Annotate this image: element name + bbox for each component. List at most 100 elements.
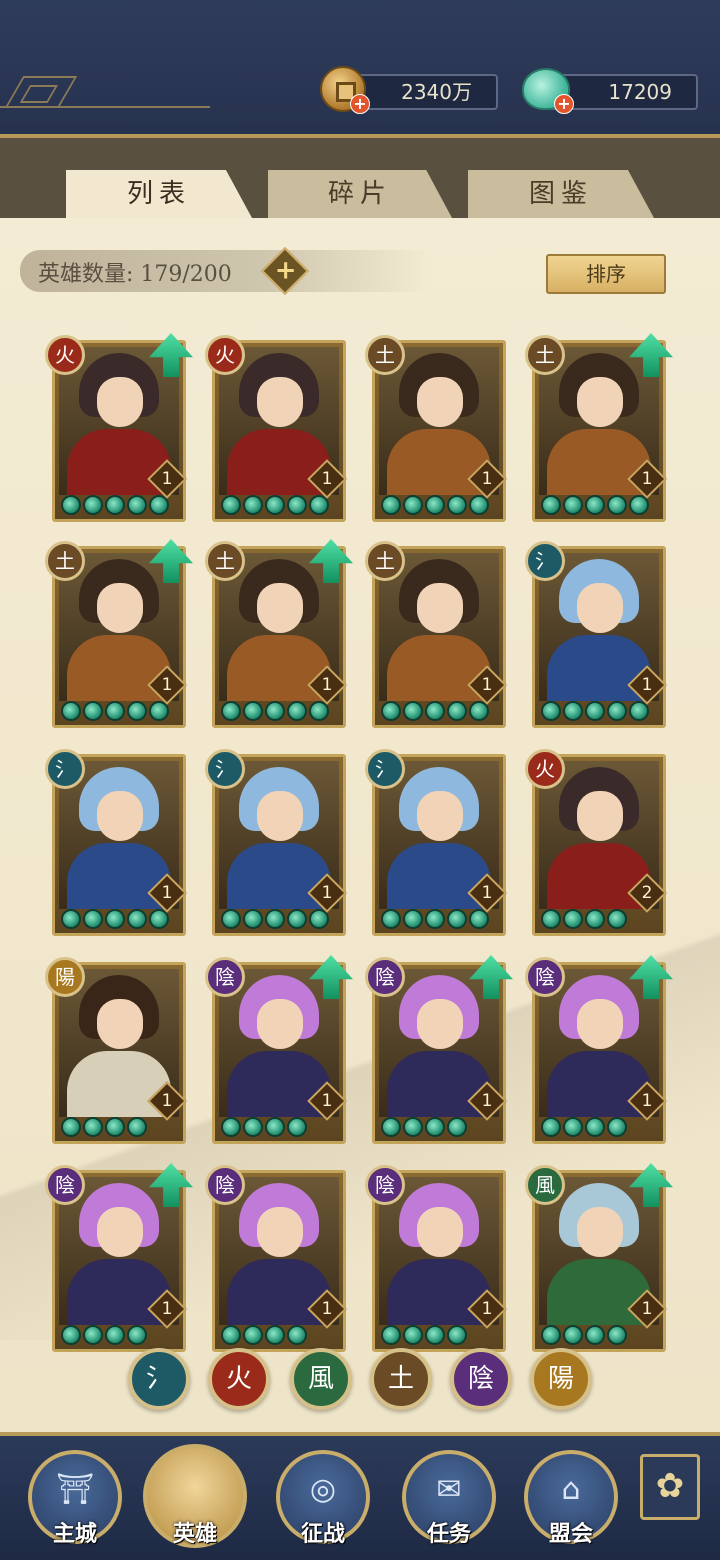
jade-star-icon [447, 1325, 467, 1345]
jade-star-icon [563, 495, 583, 515]
star-rating [61, 701, 169, 721]
level-value: 1 [321, 675, 333, 695]
hero-card[interactable]: 1風 [525, 1163, 673, 1352]
filter-water-button[interactable]: 氵 [128, 1348, 190, 1410]
earth-element-icon: 土 [365, 541, 405, 581]
hero-card[interactable]: 1陰 [365, 955, 513, 1144]
level-value: 1 [161, 675, 173, 695]
hero-face [577, 377, 623, 427]
hero-face [417, 1207, 463, 1257]
star-rating [541, 1325, 627, 1345]
tab-codex[interactable]: 图鉴 [468, 170, 654, 218]
jade-star-icon [265, 909, 285, 929]
filter-wood-button[interactable]: 風 [290, 1348, 352, 1410]
earth-element-icon: 土 [45, 541, 85, 581]
hero-face [417, 377, 463, 427]
tab-list[interactable]: 列表 [66, 170, 252, 218]
coin-balance: 2340万 [348, 74, 498, 110]
hero-face [97, 377, 143, 427]
jade-star-icon [381, 1325, 401, 1345]
jade-star-icon [243, 1117, 263, 1137]
jade-star-icon [381, 495, 401, 515]
hero-face [97, 1207, 143, 1257]
hero-card[interactable]: 1土 [365, 335, 507, 522]
hero-card[interactable]: 1陽 [45, 957, 187, 1144]
filter-fire-button[interactable]: 火 [208, 1348, 270, 1410]
filter-earth-button[interactable]: 土 [370, 1348, 432, 1410]
jade-star-icon [607, 701, 627, 721]
hero-face [577, 999, 623, 1049]
hero-face [97, 791, 143, 841]
star-rating [221, 495, 329, 515]
hero-card[interactable]: 1氵 [525, 541, 667, 728]
jade-star-icon [287, 701, 307, 721]
jade-star-icon [541, 701, 561, 721]
hero-face [257, 377, 303, 427]
jade-star-icon [243, 909, 263, 929]
jade-star-icon [83, 1325, 103, 1345]
hero-card[interactable]: 1氵 [205, 749, 347, 936]
alliance-icon: ⌂ [561, 1472, 581, 1507]
jade-star-icon [221, 1325, 241, 1345]
jade-star-icon [287, 495, 307, 515]
hero-card[interactable]: 2火 [525, 749, 667, 936]
jade-star-icon [287, 1325, 307, 1345]
level-value: 1 [641, 1091, 653, 1111]
hero-face [257, 583, 303, 633]
jade-star-icon [105, 1117, 125, 1137]
level-value: 1 [641, 675, 653, 695]
hero-card[interactable]: 1陰 [205, 955, 353, 1144]
fire-element-icon: 火 [45, 335, 85, 375]
jade-star-icon [243, 701, 263, 721]
star-rating [541, 909, 627, 929]
hero-card[interactable]: 1土 [525, 333, 673, 522]
hero-card[interactable]: 1氵 [365, 749, 507, 936]
earth-element-icon: 土 [525, 335, 565, 375]
add-coins-button[interactable]: + [350, 94, 370, 114]
fire-element-icon: 火 [525, 749, 565, 789]
level-value: 1 [321, 1091, 333, 1111]
jade-star-icon [61, 1117, 81, 1137]
jade-star-icon [381, 909, 401, 929]
star-rating [381, 1117, 467, 1137]
filter-yang-button[interactable]: 陽 [530, 1348, 592, 1410]
jade-star-icon [607, 1117, 627, 1137]
jade-star-icon [243, 495, 263, 515]
level-value: 1 [641, 469, 653, 489]
jade-star-icon [403, 1117, 423, 1137]
hero-count-label: 英雄数量: 179/200 [38, 262, 232, 287]
jade-star-icon [447, 909, 467, 929]
hero-card[interactable]: 1火 [205, 335, 347, 522]
hero-face [257, 791, 303, 841]
jade-star-icon [403, 1325, 423, 1345]
hero-card[interactable]: 1土 [365, 541, 507, 728]
star-rating [221, 701, 329, 721]
hero-card[interactable]: 1陰 [205, 1165, 347, 1352]
jade-star-icon [403, 909, 423, 929]
jade-star-icon [61, 909, 81, 929]
hero-face [257, 999, 303, 1049]
filter-yin-button[interactable]: 陰 [450, 1348, 512, 1410]
hero-card[interactable]: 1陰 [45, 1163, 193, 1352]
add-jade-button[interactable]: + [554, 94, 574, 114]
jade-star-icon [447, 701, 467, 721]
hero-card[interactable]: 1陰 [365, 1165, 507, 1352]
hero-card[interactable]: 1土 [45, 539, 193, 728]
castle-icon: ⛩ [55, 1472, 95, 1507]
hero-card[interactable]: 1陰 [525, 955, 673, 1144]
hero-card[interactable]: 1氵 [45, 749, 187, 936]
tab-fragments[interactable]: 碎片 [268, 170, 452, 218]
hero-card[interactable]: 1火 [45, 333, 193, 522]
hero-card[interactable]: 1土 [205, 539, 353, 728]
jade-star-icon [127, 909, 147, 929]
jade-star-icon [585, 1325, 605, 1345]
jade-star-icon [243, 1325, 263, 1345]
sort-button[interactable]: 排序 [546, 254, 666, 294]
hero-face [577, 1207, 623, 1257]
hero-face [97, 583, 143, 633]
hero-face [577, 583, 623, 633]
more-menu-button[interactable]: ✿ [640, 1454, 700, 1520]
jade-star-icon [585, 909, 605, 929]
jade-star-icon [447, 1117, 467, 1137]
nav-label: 盟会 [548, 1522, 593, 1547]
